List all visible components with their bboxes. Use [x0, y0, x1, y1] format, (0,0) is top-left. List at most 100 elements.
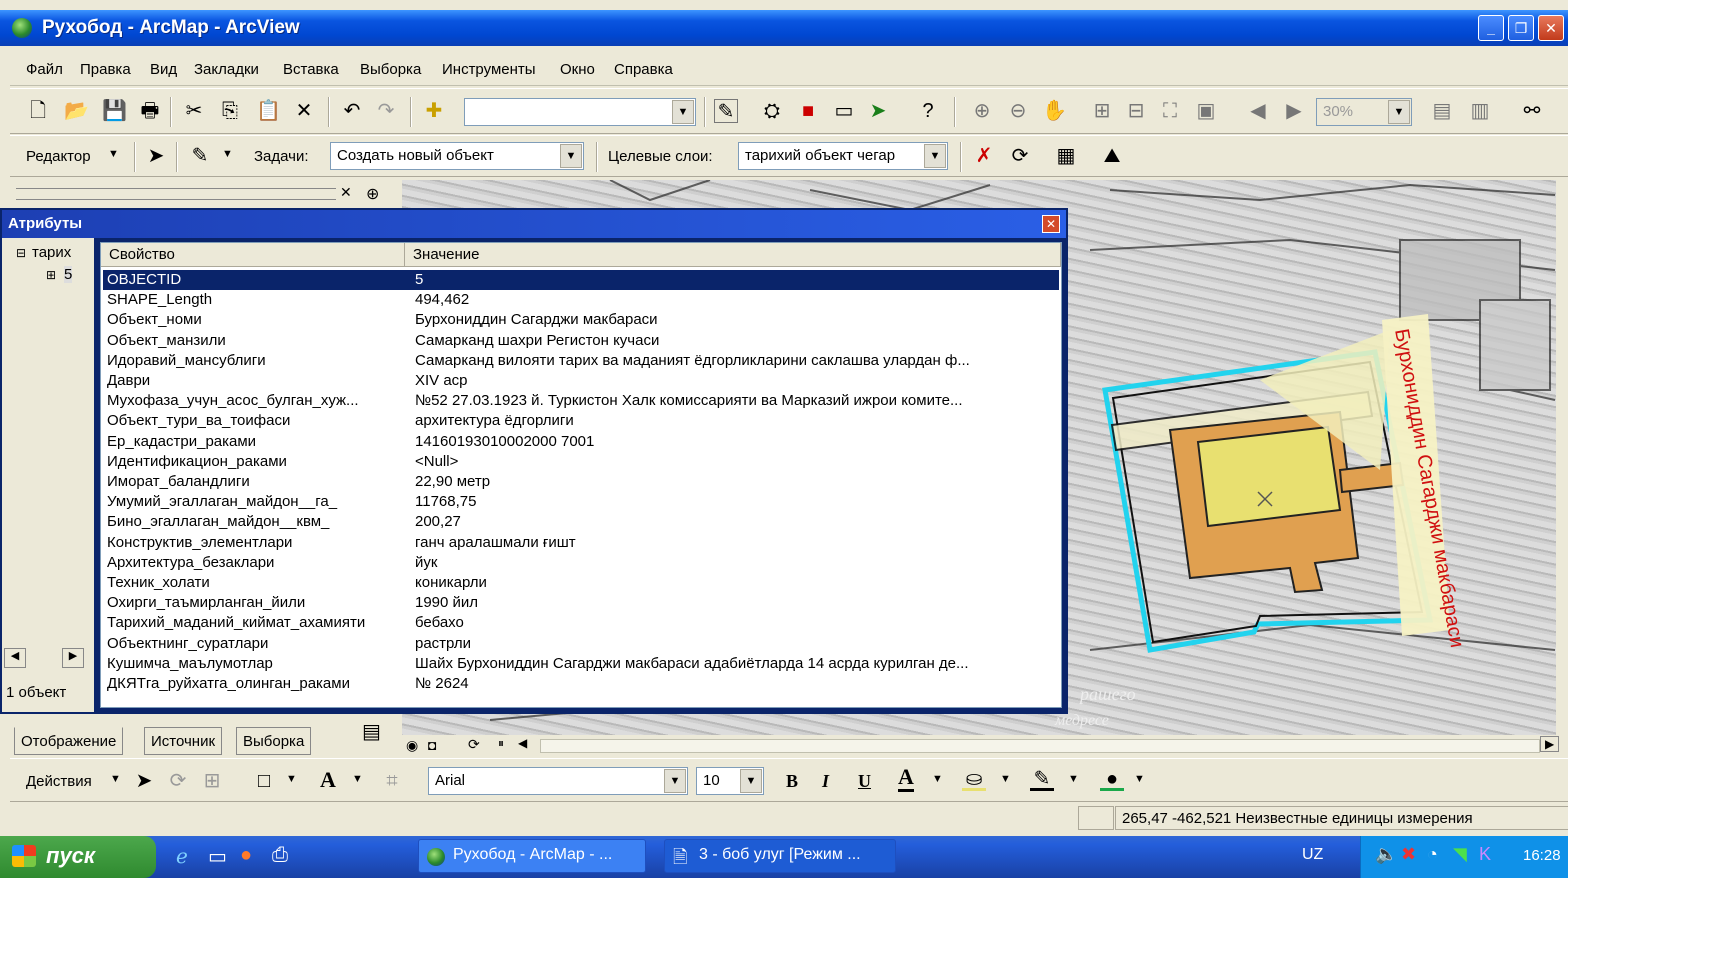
print-icon[interactable]: 🖶 [138, 99, 162, 123]
minimize-button[interactable]: _ [1478, 15, 1504, 41]
split-tool-icon[interactable]: ✗ [972, 144, 996, 168]
menu-bookmarks[interactable]: Закладки [194, 61, 259, 78]
paste-icon[interactable]: 📋 [256, 99, 281, 123]
tree-expand-icon[interactable]: ⊞ [46, 268, 56, 282]
tray-k-icon[interactable]: K [1479, 844, 1491, 865]
attribute-row[interactable]: Объект_тури_ва_тоифаси архитектура ёдгорл… [103, 411, 1059, 431]
column-header-value[interactable]: Значение [405, 243, 1061, 267]
task-arcmap[interactable]: Рухобод - ArcMap - ... [418, 839, 646, 873]
forward-extent-icon[interactable]: ▶ [1282, 99, 1306, 123]
toc-close-icon[interactable]: ✕ [340, 184, 352, 201]
tray-app-icon[interactable]: ◔ [1427, 844, 1438, 865]
copy-icon[interactable]: ⎘ [218, 99, 242, 123]
task-combo[interactable]: Создать новый объект ▼ [330, 142, 584, 170]
attribute-row[interactable]: OBJECTID 5 [103, 270, 1059, 290]
edit-pointer-icon[interactable]: ➤ [144, 144, 168, 168]
text-arrow-icon[interactable]: ▼ [352, 773, 363, 785]
attribute-table-icon[interactable]: ▦ [1054, 144, 1078, 168]
fill-color-arrow-icon[interactable]: ▼ [1000, 773, 1011, 785]
actions-arrow-icon[interactable]: ▼ [110, 773, 121, 785]
attribute-row[interactable]: Умумий_эгаллаган_майдон__га_ 11768,75 [103, 492, 1059, 512]
editor-menu-arrow-icon[interactable]: ▼ [108, 148, 119, 160]
open-folder-icon[interactable]: 📂 [64, 99, 89, 123]
menu-help[interactable]: Справка [614, 61, 673, 78]
tab-display[interactable]: Отображение [14, 727, 124, 755]
volume-icon[interactable]: 🔈 [1375, 844, 1397, 865]
underline-button[interactable]: U [858, 771, 871, 792]
scale-combo[interactable]: ▼ [464, 98, 696, 126]
edit-vertices-icon[interactable]: ⌗ [380, 769, 404, 793]
full-extent-icon[interactable]: ⛶ [1158, 99, 1182, 123]
scroll-right-icon[interactable]: ▶ [1540, 736, 1560, 752]
pause-drawing-icon[interactable]: ⏸ [498, 736, 504, 751]
attribute-row[interactable]: Тарихий_маданий_киймат_ахамияти бебахо [103, 613, 1059, 633]
attribute-row[interactable]: Объектнинг_суратлари растрли [103, 634, 1059, 654]
data-view-icon[interactable]: ◉ [406, 737, 418, 754]
cut-icon[interactable]: ✂ [182, 99, 206, 123]
font-size-combo[interactable]: 10 ▼ [696, 767, 764, 795]
task-word[interactable]: 🗎 3 - боб улуг [Режим ... [664, 839, 896, 873]
redo-icon[interactable]: ↷ [374, 99, 398, 123]
attribute-row[interactable]: Объект_манзили Самарканд шахри Регистон к… [103, 331, 1059, 351]
save-icon[interactable]: 💾 [102, 99, 127, 123]
text-tool[interactable]: A [320, 767, 336, 793]
attribute-row[interactable]: Мухофаза_учун_асос_булган_хуж... №52 27.0… [103, 391, 1059, 411]
layout-toggle-icon[interactable]: ▥ [1468, 99, 1492, 123]
desktop-icon[interactable]: ▭ [208, 844, 227, 869]
scroll-left-icon[interactable]: ◀ [518, 736, 527, 750]
tray-antivirus-icon[interactable]: ◥ [1453, 844, 1467, 865]
actions-menu[interactable]: Действия [26, 773, 92, 790]
command-line-icon[interactable]: ▭ [832, 99, 856, 123]
fill-color-icon[interactable]: ⛀ [962, 767, 986, 791]
toolbox-icon[interactable]: ■ [796, 99, 820, 123]
attributes-title[interactable]: Атрибуты [2, 210, 1066, 238]
attribute-row[interactable]: Ер_кадастри_раками 14160193010002000 7001 [103, 432, 1059, 452]
attribute-row[interactable]: Идоравий_мансублиги Самарканд вилояти тар… [103, 351, 1059, 371]
zoom-out-icon[interactable]: ⊖ [1006, 99, 1030, 123]
menu-tools[interactable]: Инструменты [442, 61, 536, 78]
modelbuilder-icon[interactable]: ➤ [866, 99, 890, 123]
rotate-tool-icon[interactable]: ⟳ [1008, 144, 1032, 168]
attribute-row[interactable]: Идентификацион_раками <Null> [103, 452, 1059, 472]
network-icon[interactable]: ✖ [1401, 844, 1416, 865]
delete-icon[interactable]: ✕ [292, 99, 316, 123]
sketch-properties-icon[interactable]: ⛰ [1100, 144, 1124, 168]
column-header-property[interactable]: Свойство [101, 243, 405, 267]
close-button[interactable]: ✕ [1538, 15, 1564, 41]
attributes-close-icon[interactable]: ✕ [1042, 215, 1060, 233]
tree-feature[interactable]: 5 [64, 266, 73, 283]
media-icon[interactable]: ● [240, 844, 252, 867]
menu-edit[interactable]: Правка [80, 61, 131, 78]
ie-icon[interactable]: ℯ [176, 844, 188, 869]
arctoolbox-icon[interactable]: ⛭ [760, 99, 784, 123]
undo-icon[interactable]: ↶ [340, 99, 364, 123]
rectangle-tool-icon[interactable]: □ [252, 769, 276, 793]
back-extent-icon[interactable]: ◀ [1246, 99, 1270, 123]
font-color-button[interactable]: A [898, 765, 914, 792]
refresh-icon[interactable]: ⟳ [468, 736, 480, 753]
attribute-row[interactable]: Охирги_таъмирланган_йили 1990 йил [103, 593, 1059, 613]
editor-toolbar-icon[interactable]: ✎ [714, 99, 738, 123]
rectangle-arrow-icon[interactable]: ▼ [286, 773, 297, 785]
zoom-percent-combo[interactable]: 30% ▼ [1316, 98, 1412, 126]
attribute-row[interactable]: Объект_номи Бурхониддин Сагарджи макбарас… [103, 310, 1059, 330]
tree-layer[interactable]: тарих [32, 244, 71, 261]
zoom-in-icon[interactable]: ⊕ [970, 99, 994, 123]
toc-grip-handle[interactable] [16, 188, 336, 200]
fixed-zoom-out-icon[interactable]: ⊟ [1124, 99, 1148, 123]
tree-scroll-left-icon[interactable]: ◀ [4, 648, 26, 668]
sketch-pencil-icon[interactable]: ✎ [188, 144, 212, 168]
layout-view-icon[interactable]: ◘ [428, 737, 436, 753]
editor-menu[interactable]: Редактор [26, 148, 91, 165]
attribute-row[interactable]: Техник_холати коникарли [103, 573, 1059, 593]
italic-button[interactable]: I [822, 771, 829, 792]
map-horizontal-scrollbar[interactable] [540, 739, 1540, 753]
window-titlebar[interactable]: Рухобод - ArcMap - ArcView _ ❐ ✕ [0, 10, 1568, 46]
attribute-row[interactable]: Кушимча_маълумотлар Шайх Бурхониддин Сага… [103, 654, 1059, 674]
line-color-arrow-icon[interactable]: ▼ [1068, 773, 1079, 785]
tab-source[interactable]: Источник [144, 727, 223, 755]
menu-window[interactable]: Окно [560, 61, 595, 78]
add-data-icon[interactable]: ✚ [422, 99, 446, 123]
target-layer-combo[interactable]: тарихий объект чегар ▼ [738, 142, 948, 170]
tree-scroll-right-icon[interactable]: ▶ [62, 648, 84, 668]
